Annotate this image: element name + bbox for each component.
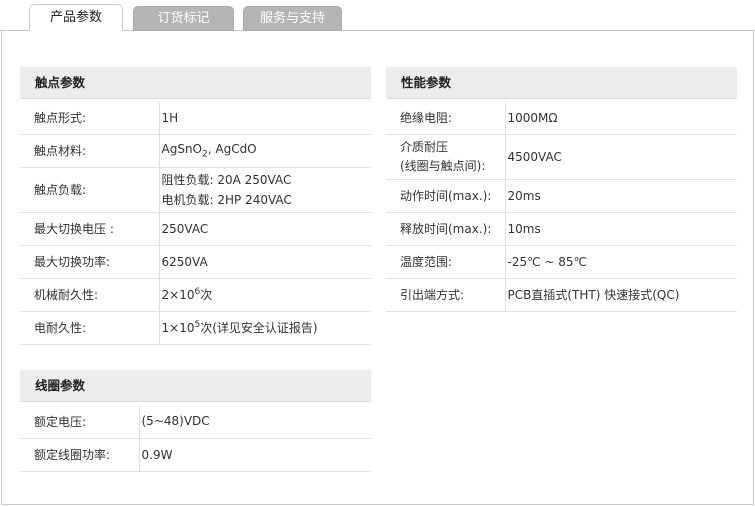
spec-label: 电耐久性: [20, 311, 159, 345]
table-row: 最大切换电压 : 250VAC [20, 212, 371, 246]
tab-product-parameters[interactable]: 产品参数 [29, 4, 123, 31]
spec-value: 6250VA [158, 245, 371, 279]
table-row: 动作时间(max.): 20ms [386, 179, 737, 213]
spec-label: 额定线圈功率: [20, 438, 139, 472]
table-row: 最大切换功率: 6250VA [20, 245, 371, 279]
tab-service-support[interactable]: 服务与支持 [243, 6, 342, 31]
coil-parameters-section: 线圈参数 额定电压: (5~48)VDC 额定线圈功率: 0.9W [20, 370, 371, 472]
table-row: 额定线圈功率: 0.9W [20, 438, 371, 472]
spec-value: 1H [158, 102, 371, 135]
value-text: AgSnO [161, 141, 203, 156]
label-line: 介质耐压 [400, 139, 449, 154]
value-text: 2×10 [161, 288, 195, 302]
table-row: 额定电压: (5~48)VDC [20, 405, 371, 439]
value-text: , AgCdO [207, 141, 257, 156]
coil-parameters-table: 额定电压: (5~48)VDC 额定线圈功率: 0.9W [20, 405, 371, 472]
spec-value: 阻性负载: 20A 250VAC 电机负载: 2HP 240VAC [158, 167, 371, 213]
tab-label: 服务与支持 [259, 11, 325, 26]
value-text: 1×10 [161, 321, 195, 335]
spec-label: 温度范围: [386, 245, 505, 279]
label-line: (线圈与触点间): [400, 158, 486, 173]
performance-parameters-section: 性能参数 绝缘电阻: 1000MΩ 介质耐压 (线圈与触点间): 4500VAC … [386, 67, 737, 312]
spec-value: 10ms [504, 212, 737, 246]
table-row: 温度范围: -25℃ ~ 85℃ [386, 245, 737, 279]
spec-value: AgSnO2, AgCdO [158, 134, 371, 168]
spec-label: 触点形式: [20, 102, 159, 135]
table-row: 触点形式: 1H [20, 102, 371, 135]
spec-label: 介质耐压 (线圈与触点间): [386, 134, 505, 180]
table-row: 介质耐压 (线圈与触点间): 4500VAC [386, 134, 737, 180]
spec-label: 绝缘电阻: [386, 102, 505, 135]
performance-parameters-table: 绝缘电阻: 1000MΩ 介质耐压 (线圈与触点间): 4500VAC 动作时间(… [386, 102, 737, 312]
value-line: 电机负载: 2HP 240VAC [161, 192, 292, 207]
spec-value: 0.9W [138, 438, 371, 472]
spec-label: 最大切换功率: [20, 245, 159, 279]
spec-value: 1000MΩ [504, 102, 737, 135]
table-row: 机械耐久性: 2×106次 [20, 278, 371, 312]
table-row: 引出端方式: PCB直插式(THT) 快速接式(QC) [386, 278, 737, 312]
spec-label: 额定电压: [20, 405, 139, 439]
tab-ordering-code[interactable]: 订货标记 [133, 6, 234, 31]
section-title: 线圈参数 [20, 370, 371, 401]
table-row: 电耐久性: 1×105次(详见安全认证报告) [20, 311, 371, 345]
spec-value: PCB直插式(THT) 快速接式(QC) [504, 278, 737, 312]
spec-label: 机械耐久性: [20, 278, 159, 312]
tab-label: 产品参数 [49, 10, 102, 25]
value-text: 次(详见安全认证报告) [200, 321, 318, 335]
spec-label: 最大切换电压 : [20, 212, 159, 246]
contact-parameters-section: 触点参数 触点形式: 1H 触点材料: AgSnO2, AgCdO 触点负载: … [20, 67, 371, 345]
tab-label: 订货标记 [157, 11, 210, 26]
table-row: 触点负载: 阻性负载: 20A 250VAC 电机负载: 2HP 240VAC [20, 167, 371, 213]
spec-label: 触点材料: [20, 134, 159, 168]
table-row: 触点材料: AgSnO2, AgCdO [20, 134, 371, 168]
spec-value: 20ms [504, 179, 737, 213]
table-row: 释放时间(max.): 10ms [386, 212, 737, 246]
section-title: 性能参数 [386, 67, 737, 98]
spec-value: 2×106次 [158, 278, 371, 312]
section-title: 触点参数 [20, 67, 371, 98]
spec-label: 动作时间(max.): [386, 179, 505, 213]
spec-value: (5~48)VDC [138, 405, 371, 439]
spec-label: 释放时间(max.): [386, 212, 505, 246]
value-text: 次 [200, 288, 213, 302]
spec-value: -25℃ ~ 85℃ [504, 245, 737, 279]
spec-value: 250VAC [158, 212, 371, 246]
table-row: 绝缘电阻: 1000MΩ [386, 102, 737, 135]
value-line: 阻性负载: 20A 250VAC [161, 172, 292, 187]
spec-value: 1×105次(详见安全认证报告) [158, 311, 371, 345]
spec-label: 引出端方式: [386, 278, 505, 312]
spec-label: 触点负载: [20, 167, 159, 213]
contact-parameters-table: 触点形式: 1H 触点材料: AgSnO2, AgCdO 触点负载: 阻性负载:… [20, 102, 371, 345]
tab-bar: 产品参数 订货标记 服务与支持 [0, 0, 755, 32]
spec-value: 4500VAC [504, 134, 737, 180]
